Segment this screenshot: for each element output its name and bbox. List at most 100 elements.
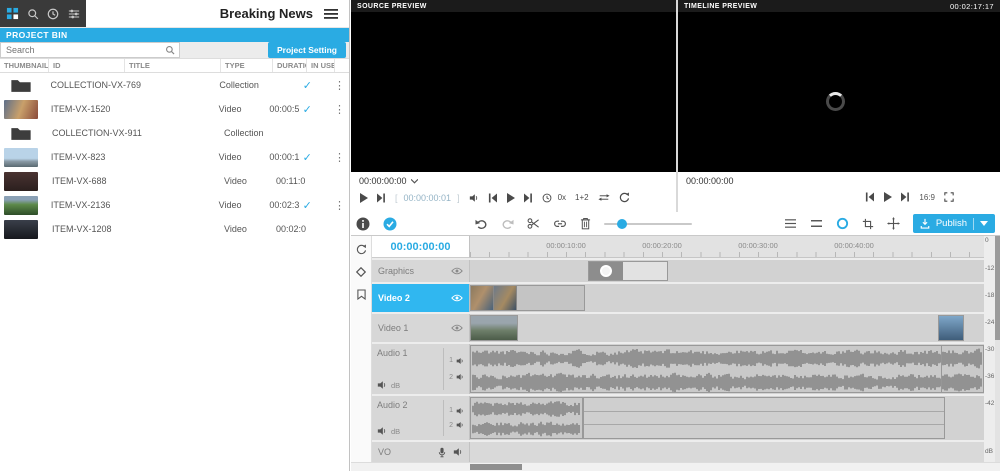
audio1-clip[interactable] [470,345,984,393]
bin-row[interactable]: ITEM-VX-1208 Video 00:02:0 [0,217,349,241]
audio-channels-indicator[interactable]: 1+2 [575,193,589,202]
row-menu-button[interactable]: ⋮ [330,80,349,92]
ruler-label: 00:00:40:00 [834,241,874,250]
asset-id: ITEM-VX-688 [48,176,124,186]
speaker-icon[interactable] [377,426,387,436]
track-header-audio1[interactable]: Audio 1 dB 1 2 [372,344,470,394]
link-icon[interactable] [553,217,567,230]
microphone-icon[interactable] [438,447,446,458]
play-icon[interactable] [883,192,892,202]
bin-row[interactable]: COLLECTION-VX-769 Collection ✓ ⋮ [0,73,349,97]
search-icon[interactable] [165,45,175,55]
project-setting-button[interactable]: Project Setting [268,42,346,58]
project-bin-panel: Breaking News PROJECT BIN Project Settin… [0,0,350,471]
video1-clip[interactable] [470,315,518,341]
timecode-dropdown-icon[interactable] [411,179,418,184]
aspect-ratio-indicator[interactable]: 16:9 [919,193,935,202]
timeline-ruler[interactable]: 00:00:10:00 00:00:20:00 00:00:30:00 00:0… [470,236,984,258]
speaker-icon[interactable] [453,447,463,458]
app-logo-icon[interactable] [4,6,20,22]
loop-icon[interactable] [619,192,630,203]
track-header-audio2[interactable]: Audio 2 dB 1 2 [372,396,470,440]
keyframe-icon[interactable] [356,267,366,277]
horizontal-scrollbar[interactable] [351,462,1000,471]
undo-icon[interactable] [475,218,488,230]
track-height-decrease-icon[interactable] [784,218,797,229]
timeline-video-screen[interactable] [678,12,1000,172]
step-forward-icon[interactable] [377,193,386,203]
bin-row[interactable]: COLLECTION-VX-911 Collection [0,121,349,145]
column-type: TYPE [220,59,272,72]
audio2-clip[interactable] [470,397,583,439]
skip-forward-icon[interactable] [524,193,533,203]
db-label: 0 [985,237,989,244]
channel-speaker-icon[interactable] [456,421,464,429]
zoom-slider-knob[interactable] [617,219,627,229]
row-menu-button[interactable]: ⋮ [330,200,349,212]
skip-back-icon[interactable] [488,193,497,203]
asset-type: Collection [220,128,272,138]
in-point-timecode[interactable]: [00:00:00:01] [395,193,460,203]
play-icon[interactable] [359,193,368,203]
video-thumbnail [4,148,38,167]
channel-speaker-icon[interactable] [456,407,464,415]
top-navigation-bar: Breaking News [0,0,349,28]
channel-speaker-icon[interactable] [456,357,464,365]
play-icon[interactable] [506,193,515,203]
video2-clip[interactable] [470,285,585,311]
cut-scissors-icon[interactable] [527,217,540,230]
track-header-video2[interactable]: Video 2 [372,284,470,312]
bin-row[interactable]: ITEM-VX-2136 Video 00:02:3 ✓ ⋮ [0,193,349,217]
track-header-graphics[interactable]: Graphics [372,260,470,282]
fullscreen-icon[interactable] [944,192,954,202]
project-bin-header: PROJECT BIN [0,28,349,42]
in-use-check-icon: ✓ [303,80,312,92]
asset-type: Video [220,176,272,186]
eye-icon[interactable] [451,324,463,332]
audio-monitor-icon[interactable] [469,193,479,203]
bin-row[interactable]: ITEM-VX-823 Video 00:00:1 ✓ ⋮ [0,145,349,169]
trim-arrows-icon[interactable] [598,193,610,202]
track-header-video1[interactable]: Video 1 [372,314,470,342]
menu-hamburger-icon[interactable] [323,6,339,22]
skip-forward-icon[interactable] [901,192,910,202]
eye-icon[interactable] [451,267,463,275]
asset-id: COLLECTION-VX-769 [47,80,123,90]
db-label: -24 [985,319,994,326]
delete-trash-icon[interactable] [580,217,591,230]
vertical-scrollbar-handle[interactable] [995,236,1000,340]
db-label: -42 [985,400,994,407]
bin-row[interactable]: ITEM-VX-688 Video 00:11:0 [0,169,349,193]
asset-id: COLLECTION-VX-911 [48,128,124,138]
publish-button[interactable]: Publish [913,214,995,233]
skip-back-icon[interactable] [865,192,874,202]
speaker-icon[interactable] [377,380,387,390]
move-tool-icon[interactable] [887,217,900,230]
track-header-vo[interactable]: VO [372,442,470,462]
graphic-toggle-knob [600,265,612,277]
redo-icon[interactable] [501,218,514,230]
horizontal-scrollbar-handle[interactable] [470,464,522,470]
recent-icon[interactable] [45,6,61,22]
vertical-scrollbar[interactable] [995,236,1000,462]
marker-icon[interactable] [357,289,366,300]
source-video-screen[interactable] [351,12,676,172]
track-height-increase-icon[interactable] [810,218,823,229]
settings-sliders-icon[interactable] [66,6,82,22]
audio2-silent-clip[interactable] [583,397,945,439]
row-menu-button[interactable]: ⋮ [330,104,349,116]
search-icon[interactable] [25,6,41,22]
timeline-zoom-slider[interactable] [604,223,692,225]
row-menu-button[interactable]: ⋮ [330,152,349,164]
bin-row[interactable]: ITEM-VX-1520 Video 00:00:5 ✓ ⋮ [0,97,349,121]
history-icon[interactable] [356,244,367,255]
graphics-clip[interactable] [588,261,668,281]
info-icon[interactable] [356,217,370,231]
approve-check-icon[interactable] [383,217,397,231]
channel-speaker-icon[interactable] [456,373,464,381]
eye-icon[interactable] [451,294,463,302]
color-correction-icon[interactable] [836,217,849,230]
video1-clip[interactable] [938,315,964,341]
search-input[interactable] [1,45,165,55]
crop-icon[interactable] [862,218,874,230]
